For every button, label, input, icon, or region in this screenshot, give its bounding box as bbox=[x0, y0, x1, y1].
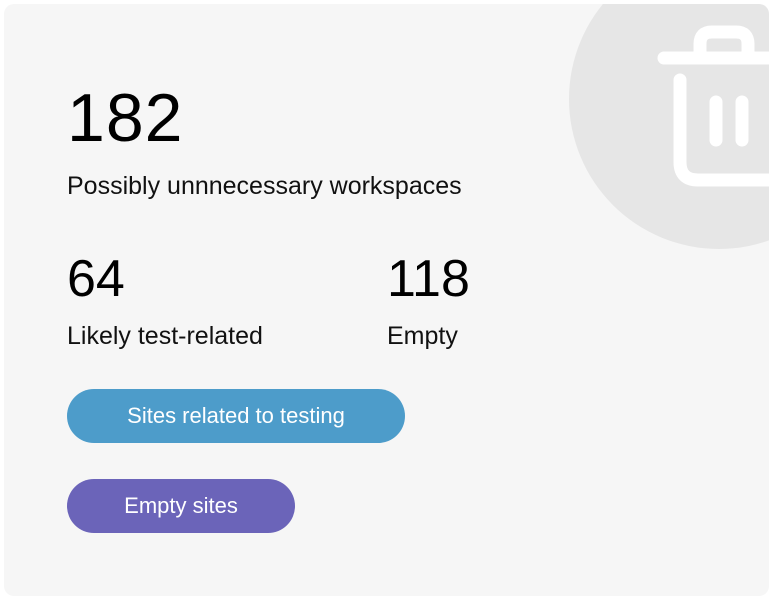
empty-label: Empty bbox=[387, 322, 458, 350]
sites-related-to-testing-button[interactable]: Sites related to testing bbox=[67, 389, 405, 443]
empty-count: 118 bbox=[387, 250, 470, 308]
test-related-count: 64 bbox=[67, 250, 125, 308]
empty-sites-button[interactable]: Empty sites bbox=[67, 479, 295, 533]
total-label: Possibly unnnecessary workspaces bbox=[67, 172, 462, 200]
total-count: 182 bbox=[67, 80, 184, 156]
test-related-label: Likely test-related bbox=[67, 322, 263, 350]
workspace-summary-card: 182 Possibly unnnecessary workspaces 64 … bbox=[4, 4, 769, 596]
trash-icon bbox=[657, 25, 769, 187]
